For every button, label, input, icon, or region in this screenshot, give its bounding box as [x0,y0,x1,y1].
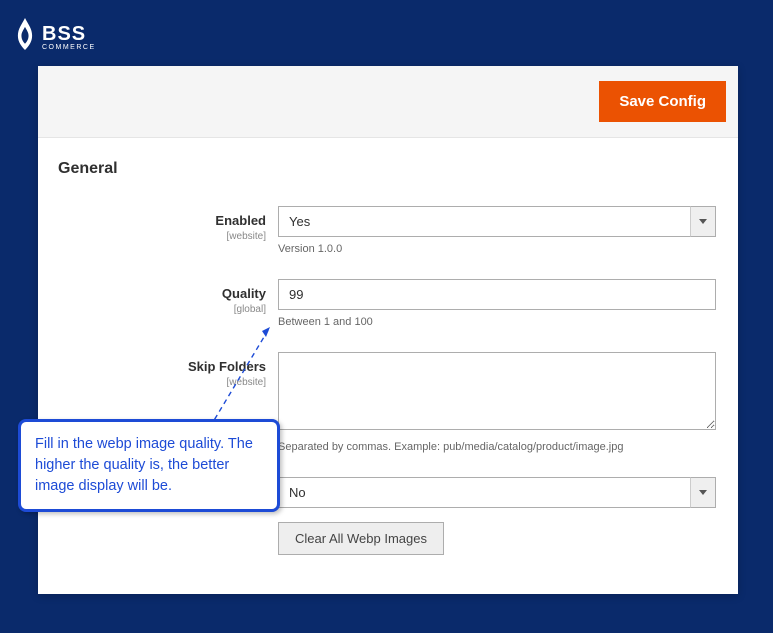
enabled-select[interactable]: Yes [278,206,716,237]
scope-quality: [global] [38,304,266,315]
section-title: General [38,138,738,206]
config-panel: Save Config General Enabled [website] Ye… [38,66,738,594]
row-quality: Quality [global] Between 1 and 100 [38,279,738,328]
brand-name: BSS [42,23,96,46]
hint-quality: Between 1 and 100 [278,316,716,328]
brand-sub: COMMERCE [42,44,96,51]
fourth-select[interactable]: No [278,477,716,508]
save-config-button[interactable]: Save Config [599,81,726,122]
row-clear: Clear All Webp Images [38,522,738,555]
skip-folders-textarea[interactable] [278,352,716,430]
toolbar: Save Config [38,66,738,138]
label-skip-folders: Skip Folders [188,359,266,374]
row-enabled: Enabled [website] Yes Version 1.0.0 [38,206,738,255]
label-quality: Quality [222,286,266,301]
scope-enabled: [website] [38,231,266,242]
help-callout: Fill in the webp image quality. The high… [18,419,280,512]
bss-flame-icon [14,18,36,55]
hint-skip-folders: Separated by commas. Example: pub/media/… [278,441,716,453]
clear-webp-button[interactable]: Clear All Webp Images [278,522,444,555]
quality-input[interactable] [278,279,716,310]
brand-logo: BSS COMMERCE [14,18,96,55]
hint-enabled: Version 1.0.0 [278,243,716,255]
scope-skip-folders: [website] [38,377,266,388]
label-enabled: Enabled [215,213,266,228]
